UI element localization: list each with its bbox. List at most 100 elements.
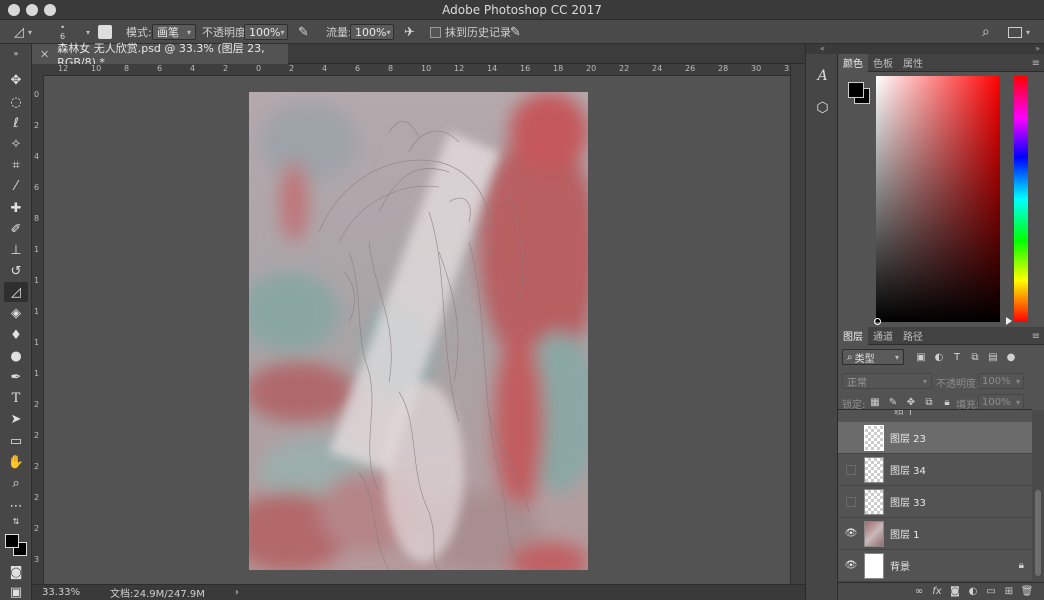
magic-wand-tool-icon[interactable]: ✧ — [4, 134, 28, 154]
hue-slider-handle[interactable] — [1006, 317, 1012, 325]
visibility-toggle[interactable] — [846, 432, 856, 443]
swap-colors-icon[interactable]: ⇅ — [4, 516, 28, 526]
pen-pressure-icon: ✎ — [298, 24, 309, 40]
eye-icon[interactable]: 👁︎ — [838, 528, 864, 539]
zoom-tool-icon[interactable]: ⌕ — [4, 473, 28, 493]
filter-smart-object-icon[interactable]: ▤ — [984, 349, 1002, 365]
edit-toolbar-icon[interactable]: ⋯ — [4, 496, 28, 516]
clone-stamp-tool-icon[interactable]: ⊥ — [4, 240, 28, 260]
layers-panel-menu-icon[interactable]: ≡ — [1032, 327, 1040, 345]
layer-row-1[interactable]: 👁︎ 图层 1 — [838, 518, 1032, 550]
horizontal-ruler[interactable]: 1210864202468101214161820222426283032 — [44, 64, 790, 76]
dodge-tool-icon[interactable]: ● — [4, 346, 28, 366]
ruler-tick-label: 6 — [157, 64, 163, 73]
rectangle-tool-icon[interactable]: ▭ — [4, 431, 28, 451]
status-menu-arrow[interactable]: › — [235, 587, 239, 598]
filter-adjustment-icon[interactable]: ◐ — [930, 349, 948, 365]
tools-collapse-icon[interactable]: » — [4, 48, 28, 58]
artwork-canvas[interactable] — [249, 92, 588, 570]
blur-tool-icon[interactable]: ♦ — [4, 325, 28, 345]
tab-color[interactable]: 颜色 — [838, 53, 868, 72]
close-document-icon[interactable]: ✕ — [40, 48, 49, 61]
eraser-tool-icon[interactable]: ◿ — [4, 282, 28, 302]
visibility-toggle[interactable] — [846, 496, 856, 507]
filter-type-icon[interactable]: T — [948, 349, 966, 365]
tab-layers[interactable]: 图层 — [838, 326, 868, 345]
group-row-partial[interactable]: 组 1 — [838, 409, 1032, 415]
history-brush-tool-icon[interactable]: ↺ — [4, 261, 28, 281]
new-layer-icon[interactable]: ⊞ — [1000, 584, 1018, 600]
workspace-switcher[interactable]: ▾ — [1008, 20, 1030, 44]
tab-paths[interactable]: 路径 — [898, 327, 928, 345]
path-selection-tool-icon[interactable]: ➤ — [4, 409, 28, 429]
layer-filter-select[interactable]: ⌕ 类型 ▾ — [842, 349, 904, 365]
panel-collapse-icon[interactable]: » — [838, 44, 1044, 54]
foreground-color-swatch-front[interactable] — [5, 534, 19, 548]
eyedropper-tool-icon[interactable]: ⁄ — [4, 176, 28, 196]
delete-layer-icon[interactable]: 🗑︎ — [1018, 584, 1036, 600]
crop-tool-icon[interactable]: ⌗ — [4, 155, 28, 175]
layers-scrollbar[interactable] — [1032, 410, 1044, 582]
blend-mode-select[interactable]: 正常 ▾ — [842, 373, 932, 389]
layer-style-fx-icon[interactable]: fx — [928, 584, 946, 600]
color-panel-foreground-swatch[interactable] — [848, 82, 864, 98]
new-adjustment-layer-icon[interactable]: ◐ — [964, 584, 982, 600]
layer-row-34[interactable]: 图层 34 — [838, 454, 1032, 486]
eye-icon[interactable]: 👁︎ — [838, 560, 864, 571]
tab-swatches[interactable]: 色板 — [868, 54, 898, 72]
lock-position-icon[interactable]: ✥ — [902, 394, 920, 410]
new-group-icon[interactable]: ▭ — [982, 584, 1000, 600]
document-tab[interactable]: ✕ 森林女 无人欣赏.psd @ 33.3% (图层 23, RGB/8) * — [32, 42, 288, 69]
lock-artboard-icon[interactable]: ⧉ — [920, 394, 938, 410]
add-mask-icon[interactable]: ◙ — [946, 584, 964, 600]
lock-transparent-icon[interactable]: ▦ — [866, 394, 884, 410]
pen-tool-icon[interactable]: ✒ — [4, 367, 28, 387]
color-panel-menu-icon[interactable]: ≡ — [1032, 54, 1040, 72]
type-tool-icon[interactable]: T — [4, 388, 28, 408]
lasso-tool-icon[interactable]: ℓ — [4, 113, 28, 133]
link-layers-icon[interactable]: ∞ — [910, 584, 928, 600]
layer-row-23[interactable]: 图层 23 — [838, 422, 1032, 454]
layer-row-33[interactable]: 图层 33 — [838, 486, 1032, 518]
paint-bucket-tool-icon[interactable]: ◈ — [4, 303, 28, 323]
dock-collapse-icon[interactable]: « — [806, 44, 839, 54]
flow-input[interactable]: 100% ▾ — [350, 24, 394, 40]
pressure-size-button[interactable]: ✎ — [510, 20, 521, 44]
ruler-origin[interactable] — [32, 64, 44, 76]
vertical-ruler[interactable]: 0 2 4 6 8 1 1 1 1 1 2 2 2 2 2 3 — [32, 76, 44, 584]
ruler-tick-label: 26 — [685, 64, 696, 73]
move-tool-icon[interactable]: ✥ — [4, 70, 28, 90]
tool-preset-picker[interactable]: ◿ ▾ — [14, 20, 32, 44]
vertical-scrollbar[interactable] — [790, 64, 805, 584]
lock-image-icon[interactable]: ✎ — [884, 394, 902, 410]
color-picker-field[interactable] — [876, 76, 1000, 322]
layers-scrollbar-thumb[interactable] — [1035, 490, 1041, 576]
zoom-level[interactable]: 33.33% — [42, 587, 110, 598]
filter-pixel-icon[interactable]: ▣ — [912, 349, 930, 365]
pressure-opacity-button[interactable]: ✎ — [298, 20, 309, 44]
opacity-input[interactable]: 100% ▾ — [244, 24, 288, 40]
fill-input[interactable]: 100% ▾ — [978, 394, 1024, 410]
search-button[interactable]: ⌕ — [982, 20, 990, 44]
layer-row-background[interactable]: 👁︎ 背景 🔒︎ — [838, 550, 1032, 582]
tab-properties[interactable]: 属性 — [898, 54, 928, 72]
character-panel-icon[interactable]: A — [811, 64, 834, 87]
quick-mask-icon[interactable]: ◙ — [4, 562, 28, 582]
tab-channels[interactable]: 通道 — [868, 327, 898, 345]
screen-mode-icon[interactable]: ▣ — [4, 582, 28, 600]
3d-panel-icon[interactable]: ⬡ — [811, 96, 834, 119]
hand-tool-icon[interactable]: ✋ — [4, 452, 28, 472]
visibility-toggle[interactable] — [846, 464, 856, 475]
lock-all-icon[interactable]: 🔒︎ — [938, 394, 956, 410]
filter-toggle-icon[interactable]: ● — [1002, 349, 1020, 365]
marquee-tool-icon[interactable]: ◌ — [4, 92, 28, 112]
canvas-area[interactable] — [44, 76, 790, 584]
erase-to-history-checkbox[interactable]: 抹到历史记录 — [430, 20, 511, 44]
brush-tool-icon[interactable]: ✐ — [4, 219, 28, 239]
airbrush-button[interactable]: ✈ — [404, 20, 415, 44]
healing-brush-tool-icon[interactable]: ✚ — [4, 198, 28, 218]
mode-select[interactable]: 画笔 ▾ — [152, 24, 196, 40]
layer-opacity-input[interactable]: 100% ▾ — [978, 373, 1024, 389]
hue-slider[interactable] — [1014, 76, 1028, 322]
filter-shape-icon[interactable]: ⧉ — [966, 349, 984, 365]
